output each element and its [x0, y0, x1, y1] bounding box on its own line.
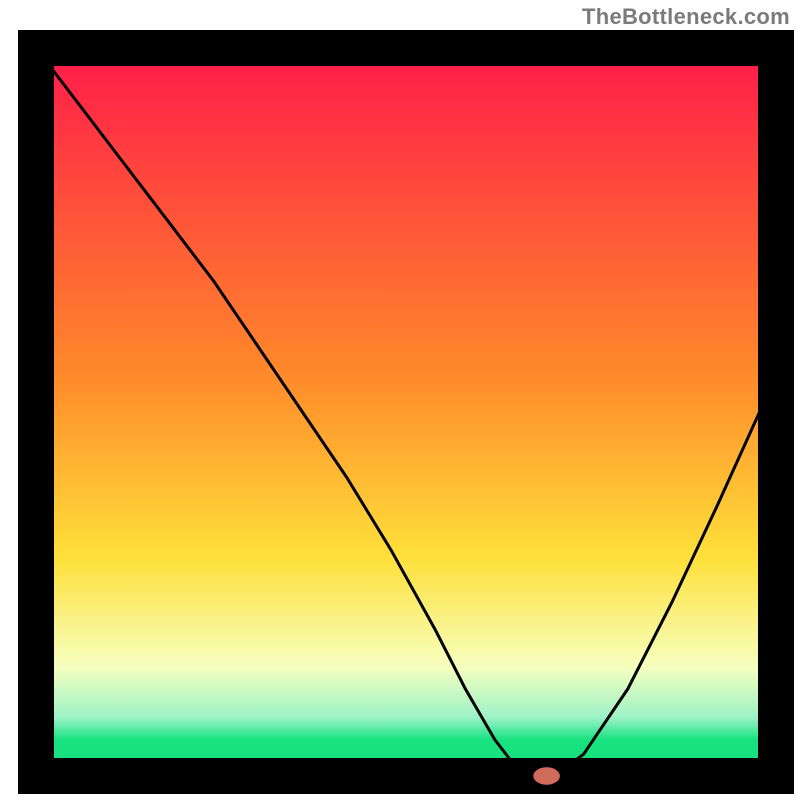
optimal-marker	[533, 767, 560, 784]
plot-area	[36, 48, 776, 785]
bottleneck-chart	[0, 0, 800, 800]
attribution-text: TheBottleneck.com	[582, 4, 790, 30]
chart-container: TheBottleneck.com	[0, 0, 800, 800]
